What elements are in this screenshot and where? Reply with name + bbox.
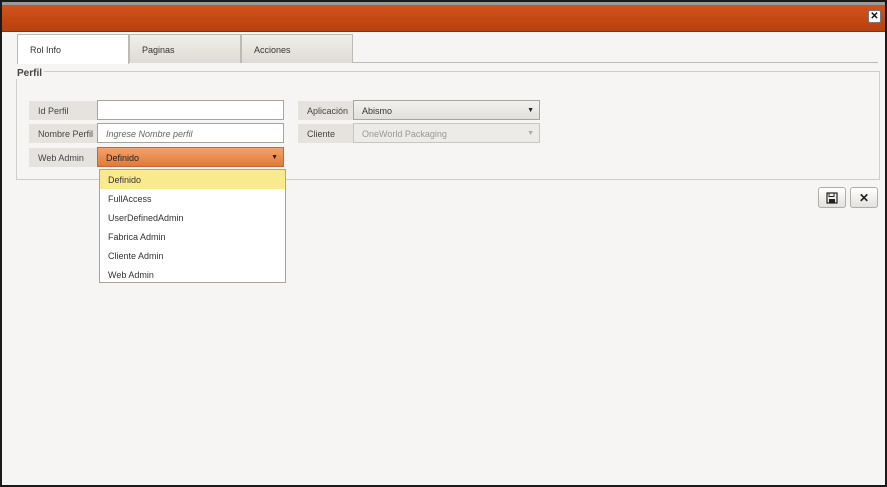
dropdown-option-definido[interactable]: Definido — [100, 170, 285, 189]
web-admin-label: Web Admin — [29, 148, 97, 167]
nombre-perfil-label: Nombre Perfil — [29, 124, 97, 143]
tab-paginas[interactable]: Paginas — [129, 34, 241, 63]
tab-acciones[interactable]: Acciones — [241, 34, 353, 63]
tab-label: Rol Info — [30, 45, 62, 55]
title-bar: ✕ — [2, 2, 885, 32]
web-admin-select[interactable]: Definido ▼ — [97, 147, 284, 167]
aplicacion-select[interactable]: Abismo ▼ — [353, 100, 540, 120]
close-icon: ✕ — [858, 190, 870, 205]
aplicacion-selected-value: Abismo — [362, 106, 393, 116]
cliente-select: OneWorld Packaging ▼ — [353, 123, 540, 143]
chevron-down-icon: ▼ — [527, 107, 534, 114]
fieldset-legend: Perfil — [15, 68, 45, 79]
cliente-label: Cliente — [298, 124, 353, 143]
tab-strip: Rol Info Paginas Acciones — [17, 34, 878, 64]
id-perfil-label: Id Perfil — [29, 101, 97, 120]
tab-label: Acciones — [254, 45, 291, 55]
chevron-down-icon: ▼ — [271, 154, 278, 161]
save-button[interactable] — [818, 187, 846, 208]
close-window-button[interactable]: ✕ — [868, 10, 881, 23]
chevron-down-icon: ▼ — [527, 130, 534, 137]
dropdown-option-fullaccess[interactable]: FullAccess — [100, 189, 285, 208]
floppy-disk-icon — [826, 191, 838, 204]
web-admin-dropdown-list: Definido FullAccess UserDefinedAdmin Fab… — [99, 169, 286, 283]
tab-rol-info[interactable]: Rol Info — [17, 34, 129, 64]
tab-label: Paginas — [142, 45, 175, 55]
nombre-perfil-input[interactable]: Ingrese Nombre perfil — [97, 123, 284, 143]
cliente-selected-value: OneWorld Packaging — [362, 129, 447, 139]
dialog-window: ✕ Rol Info Paginas Acciones Perfil Id Pe… — [0, 0, 887, 487]
dropdown-option-web-admin[interactable]: Web Admin — [100, 265, 285, 284]
dropdown-option-cliente-admin[interactable]: Cliente Admin — [100, 246, 285, 265]
web-admin-selected-value: Definido — [106, 153, 140, 163]
close-icon: ✕ — [870, 10, 879, 22]
aplicacion-label: Aplicación — [298, 101, 353, 120]
dropdown-option-fabrica-admin[interactable]: Fabrica Admin — [100, 227, 285, 246]
dropdown-option-userdefinedadmin[interactable]: UserDefinedAdmin — [100, 208, 285, 227]
cancel-button[interactable]: ✕ — [850, 187, 878, 208]
title-bar-top-border — [2, 2, 885, 5]
id-perfil-input[interactable] — [97, 100, 284, 120]
